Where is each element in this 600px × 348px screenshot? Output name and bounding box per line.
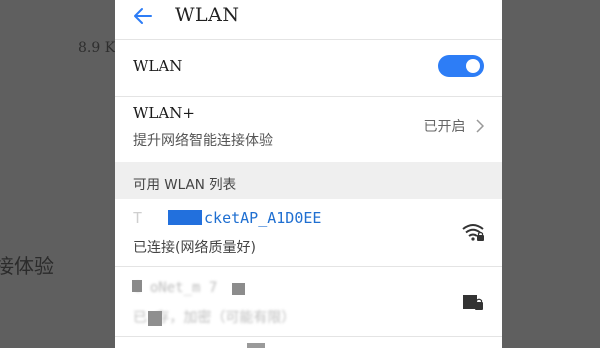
toggle-knob — [466, 59, 480, 73]
redaction-block — [132, 280, 142, 292]
arrow-left-icon[interactable] — [131, 4, 155, 28]
divider — [115, 96, 502, 97]
page-title: WLAN — [175, 4, 240, 26]
redaction-block — [148, 311, 162, 326]
background-experience-text: 接体验 — [0, 254, 54, 278]
network-name-prefix: T — [133, 209, 143, 227]
divider — [115, 39, 502, 40]
wlan-plus-status-text: 已开启 — [423, 119, 466, 135]
network-status: 已连接(网络质量好) — [133, 240, 256, 256]
wlan-toggle[interactable] — [438, 55, 484, 77]
network-name-suffix: cketAP_A1D0EE — [204, 209, 322, 227]
signal-lock-icon — [463, 295, 483, 310]
wlan-plus-label: WLAN+ — [133, 104, 195, 122]
section-label: 可用 WLAN 列表 — [133, 177, 237, 193]
app-bar: WLAN — [115, 0, 502, 36]
redaction-block — [232, 283, 245, 295]
redaction-block — [247, 343, 265, 348]
background-size-text: 8.9 K — [78, 40, 116, 56]
redaction-block — [168, 210, 203, 225]
divider — [115, 266, 502, 267]
wifi-lock-icon — [462, 224, 484, 241]
chevron-right-icon — [476, 119, 484, 133]
network-name-blurred: C oNet_m 7 — [133, 280, 218, 296]
wlan-plus-subtitle: 提升网络智能连接体验 — [133, 133, 273, 149]
wlan-plus-status: 已开启 — [424, 116, 484, 136]
wlan-settings-panel: WLAN WLAN WLAN+ 提升网络智能连接体验 已开启 可用 WLAN 列… — [115, 0, 502, 348]
wlan-label: WLAN — [133, 57, 183, 75]
divider — [115, 336, 502, 337]
network-name: TcketAP_A1D0EE — [133, 209, 321, 227]
available-networks-header: 可用 WLAN 列表 — [115, 162, 502, 199]
